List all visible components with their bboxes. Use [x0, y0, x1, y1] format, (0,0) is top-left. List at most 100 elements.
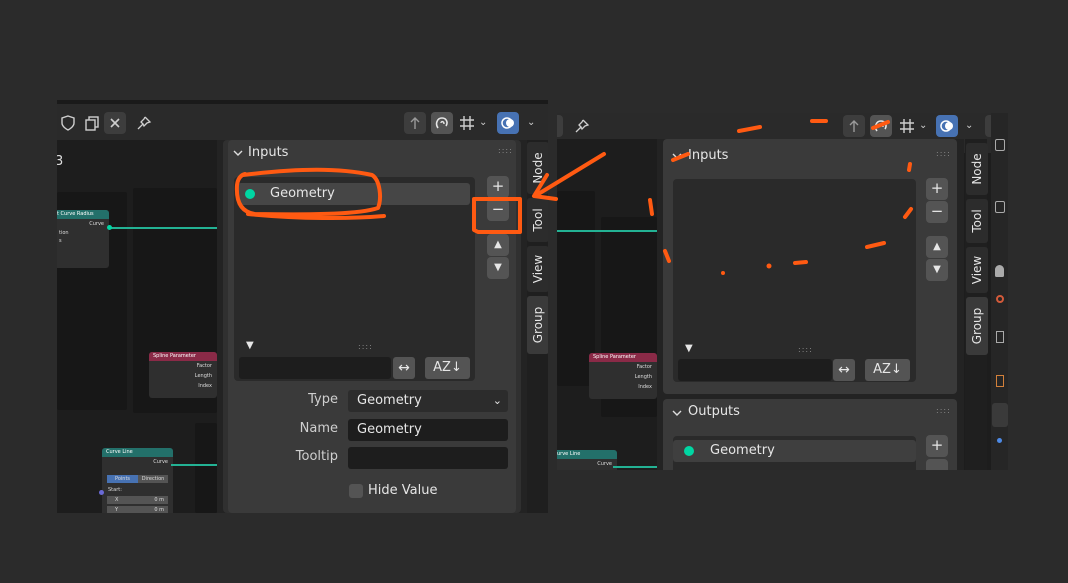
overlay-icon[interactable]	[936, 115, 958, 137]
curve-line-node[interactable]: urve Line Curve	[557, 450, 617, 470]
chevron-down-icon[interactable]: ⌄	[919, 120, 927, 131]
snap-magnet-icon[interactable]	[870, 115, 892, 137]
mode-direction-button[interactable]: Direction	[138, 475, 168, 483]
close-icon[interactable]	[104, 112, 126, 134]
inputs-panel-title[interactable]: Inputs	[248, 145, 288, 160]
move-up-button[interactable]: ▲	[487, 234, 509, 256]
list-item-label: Geometry	[710, 443, 775, 458]
add-input-button[interactable]: +	[926, 178, 948, 200]
toolbar-icon[interactable]	[997, 438, 1002, 443]
blank-button[interactable]	[557, 115, 563, 137]
y-field[interactable]: Y 0 m	[107, 506, 168, 513]
spline-parameter-node[interactable]: Spline Parameter Factor Length Index	[149, 352, 217, 398]
pin-icon[interactable]	[571, 115, 593, 137]
move-up-button[interactable]: ▲	[926, 236, 948, 258]
type-label: Type	[308, 392, 338, 407]
drag-grip-icon[interactable]: ::::	[936, 406, 951, 415]
toolbar-icon[interactable]	[996, 295, 1004, 303]
list-item-label: Geometry	[270, 186, 335, 201]
node-link	[613, 466, 657, 468]
x-value: 0 m	[154, 497, 164, 503]
tab-view[interactable]: View	[527, 246, 548, 292]
collapse-arrow-icon[interactable]	[672, 151, 682, 161]
node-link	[109, 227, 217, 229]
invert-filter-button[interactable]: ↔	[393, 357, 415, 379]
socket-dot[interactable]	[99, 490, 104, 495]
tab-group[interactable]: Group	[966, 297, 988, 355]
node-canvas[interactable]: Spline Parameter Factor Length Index urv…	[557, 139, 657, 470]
copy-icon[interactable]	[81, 112, 103, 134]
move-down-button[interactable]: ▼	[487, 257, 509, 279]
hide-value-checkbox[interactable]	[349, 484, 363, 498]
type-value: Geometry	[357, 393, 422, 408]
inputs-panel-title[interactable]: Inputs	[688, 148, 728, 163]
node-label-fragment: 3	[57, 154, 64, 169]
spline-parameter-node[interactable]: Spline Parameter Factor Length Index	[589, 353, 657, 399]
remove-input-button[interactable]: −	[487, 199, 509, 221]
remove-input-button[interactable]: −	[926, 201, 948, 223]
list-resize-grip[interactable]: ::::	[358, 342, 373, 351]
toolbar-icon[interactable]	[995, 201, 1005, 213]
pin-icon[interactable]	[133, 112, 155, 134]
outputs-panel-title[interactable]: Outputs	[688, 404, 740, 419]
move-down-button[interactable]: ▼	[926, 259, 948, 281]
overlay-icon[interactable]	[497, 112, 519, 134]
tooltip-field[interactable]	[348, 447, 508, 469]
tab-tool[interactable]: Tool	[527, 198, 548, 242]
inputs-list[interactable]	[234, 177, 475, 381]
add-output-button[interactable]: +	[926, 435, 948, 457]
invert-filter-button[interactable]: ↔	[833, 359, 855, 381]
sort-alpha-button[interactable]: AZ↓	[425, 357, 470, 379]
chevron-down-icon: ⌄	[492, 394, 502, 407]
node-output-socket: Curve	[89, 221, 104, 227]
toolbar-icon[interactable]	[995, 265, 1004, 277]
name-field[interactable]: Geometry	[348, 419, 508, 441]
chevron-down-icon[interactable]: ⌄	[527, 117, 535, 128]
chevron-down-icon[interactable]: ⌄	[479, 117, 487, 128]
list-item[interactable]: Geometry	[673, 440, 916, 462]
hide-value-label: Hide Value	[368, 483, 438, 498]
tab-view[interactable]: View	[966, 247, 988, 293]
inputs-list[interactable]	[673, 179, 916, 382]
tab-tool[interactable]: Tool	[966, 199, 988, 243]
filter-input[interactable]	[239, 357, 391, 379]
node-row: Factor	[636, 364, 652, 370]
tab-node[interactable]: Node	[527, 142, 548, 194]
node-row: Length	[634, 374, 652, 380]
node-header: Spline Parameter	[589, 353, 657, 362]
x-field[interactable]: X 0 m	[107, 496, 168, 504]
snap-magnet-icon[interactable]	[431, 112, 453, 134]
curve-radius-node[interactable]: t Curve Radius Curve tion s	[57, 210, 109, 268]
curve-line-node[interactable]: Curve Line Curve Points Direction Start:…	[102, 448, 173, 513]
socket-dot[interactable]	[107, 225, 112, 230]
drag-grip-icon[interactable]: ::::	[936, 149, 951, 158]
remove-output-button[interactable]	[926, 459, 948, 470]
node-link	[557, 230, 657, 232]
chevron-down-icon[interactable]: ⌄	[965, 120, 973, 131]
list-item[interactable]: Geometry	[238, 183, 470, 205]
parent-arrow-icon[interactable]	[843, 115, 865, 137]
type-dropdown[interactable]: Geometry ⌄	[348, 390, 508, 412]
parent-arrow-icon[interactable]	[404, 112, 426, 134]
tab-node[interactable]: Node	[966, 143, 988, 195]
filter-input[interactable]	[678, 359, 832, 381]
grid-snap-icon[interactable]	[457, 112, 479, 134]
tab-group[interactable]: Group	[527, 296, 548, 354]
shield-icon[interactable]	[57, 112, 79, 134]
collapse-arrow-icon[interactable]	[233, 148, 243, 158]
add-input-button[interactable]: +	[487, 176, 509, 198]
node-output-socket: Curve	[153, 459, 168, 465]
toolbar-icon[interactable]	[995, 139, 1005, 151]
node-canvas[interactable]: 3 t Curve Radius Curve tion s Spline Par…	[57, 140, 217, 513]
list-resize-grip[interactable]: ::::	[798, 345, 813, 354]
mode-points-button[interactable]: Points	[107, 475, 138, 483]
toolbar-icon[interactable]	[992, 403, 1008, 427]
toolbar-icon[interactable]	[996, 331, 1004, 343]
filter-toggle-icon[interactable]: ▼	[685, 343, 693, 354]
filter-toggle-icon[interactable]: ▼	[246, 340, 254, 351]
sort-alpha-button[interactable]: AZ↓	[865, 359, 910, 381]
drag-grip-icon[interactable]: ::::	[498, 146, 513, 155]
toolbar-icon[interactable]	[996, 375, 1004, 387]
grid-snap-icon[interactable]	[897, 115, 919, 137]
collapse-arrow-icon[interactable]	[672, 408, 682, 418]
